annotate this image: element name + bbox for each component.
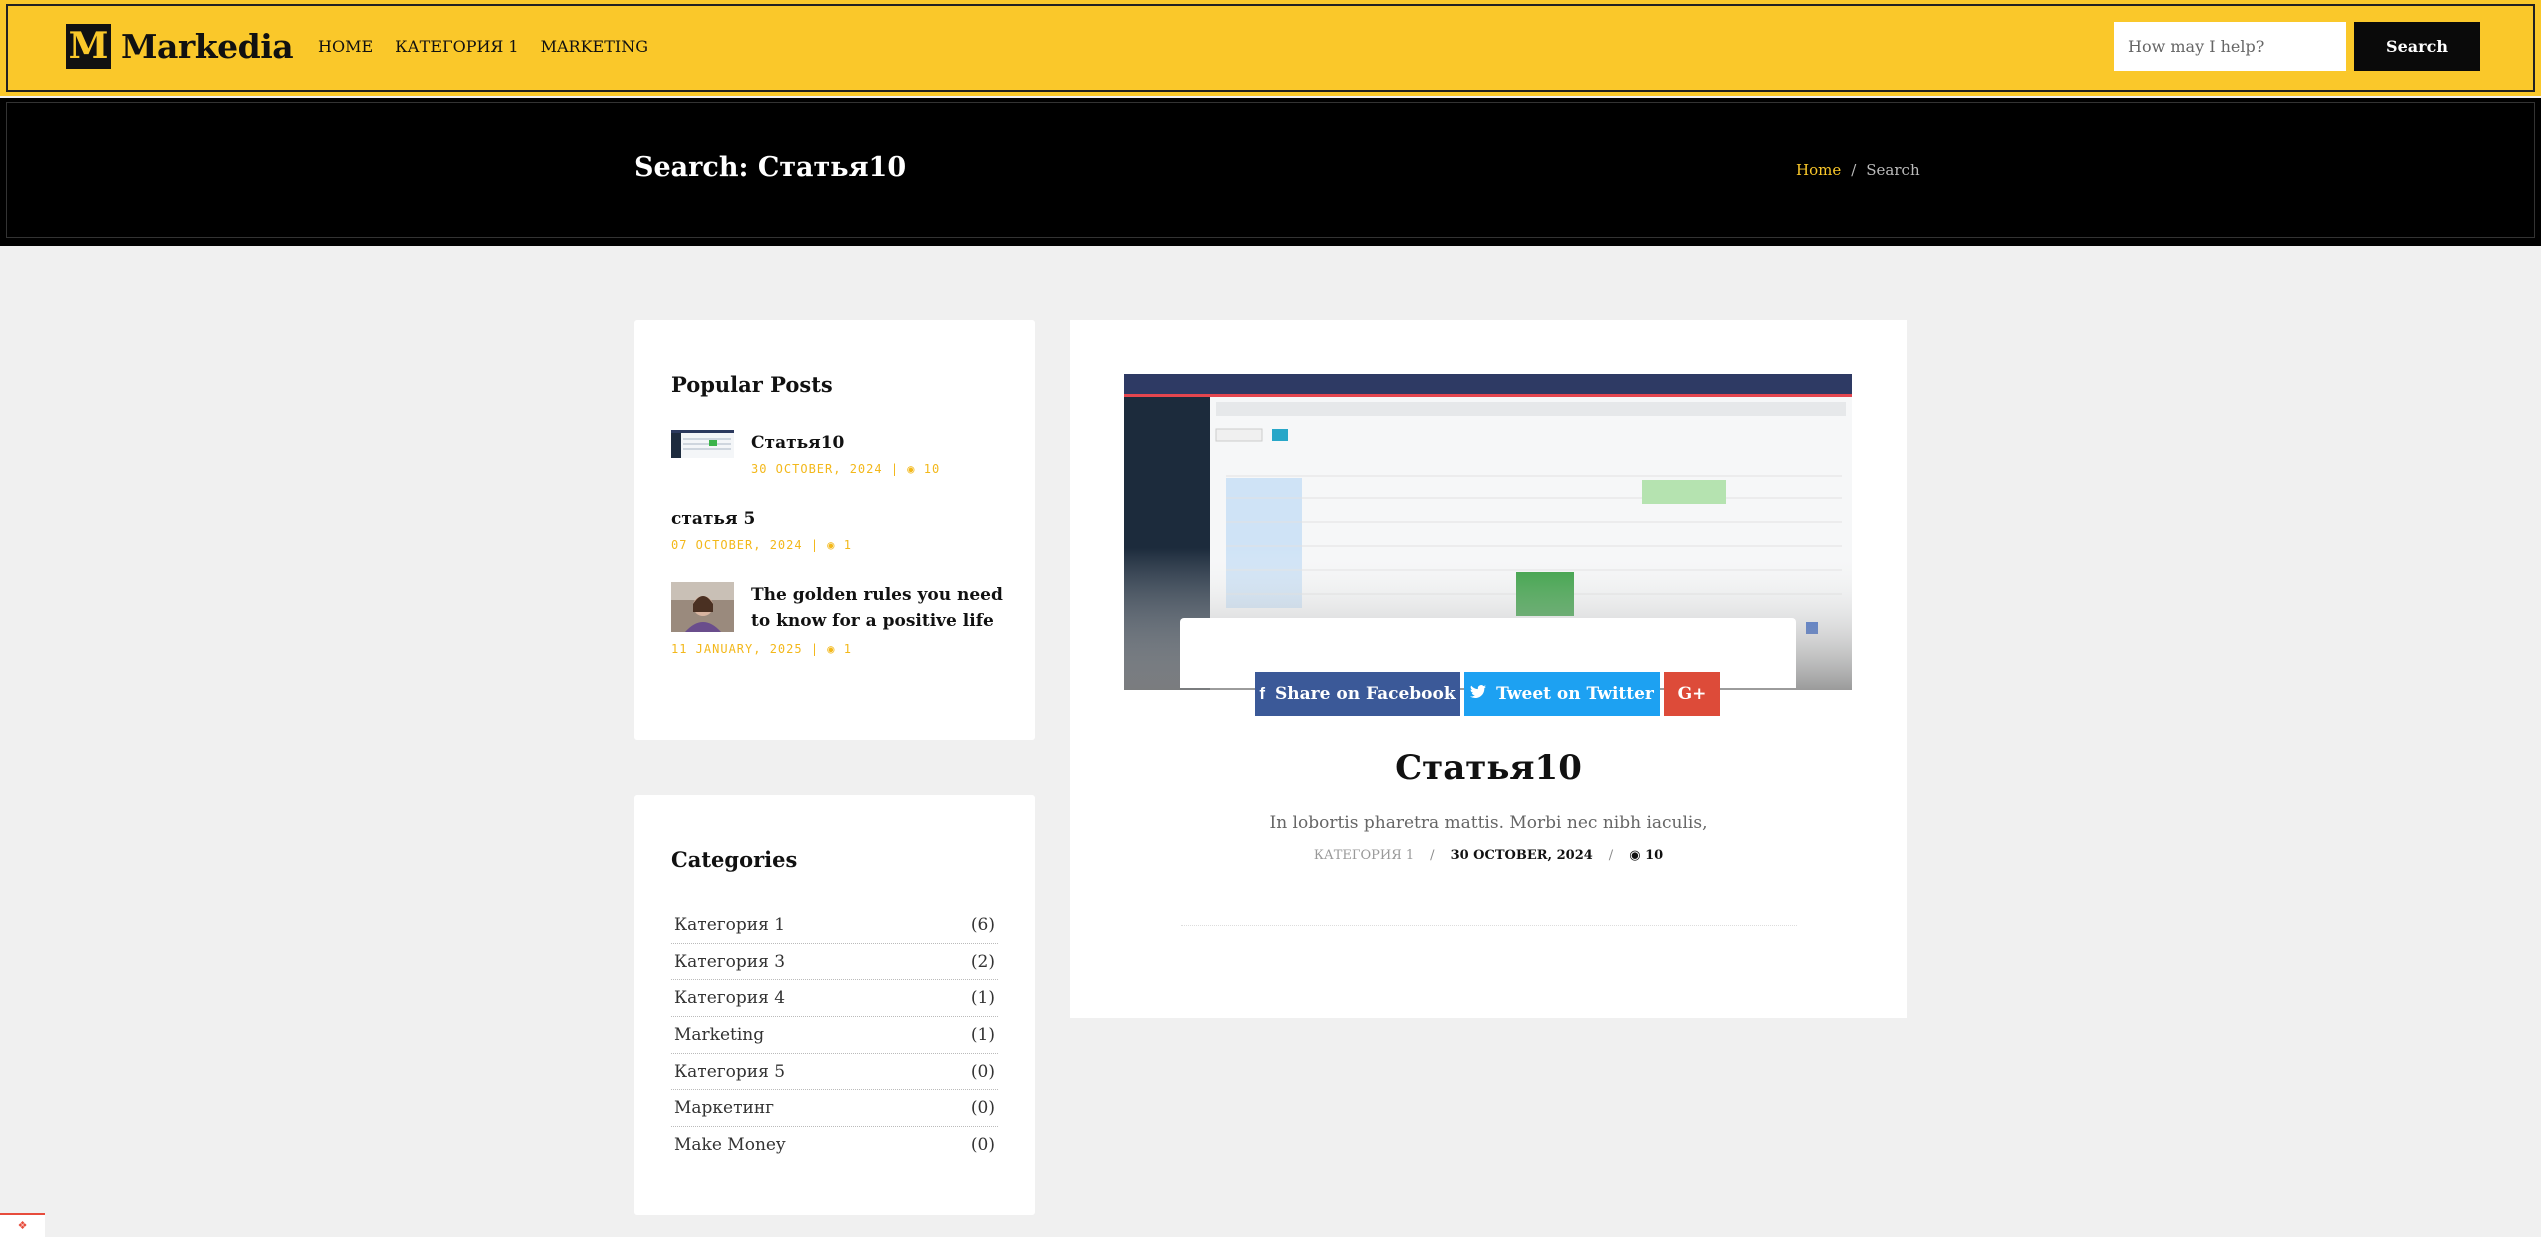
category-count: (1) (970, 988, 995, 1009)
corner-widget-icon[interactable]: ❖ (0, 1213, 45, 1237)
popular-post-meta: 11 JANUARY, 2025 | ◉ 1 (671, 642, 852, 656)
popular-post-meta: 07 OCTOBER, 2024 | ◉ 1 (671, 538, 852, 552)
page-title-band (0, 98, 2541, 246)
category-count: (2) (970, 951, 995, 972)
band-frame (6, 102, 2535, 238)
search-button[interactable]: Search (2354, 22, 2480, 71)
nav-home[interactable]: HOME (318, 37, 373, 56)
share-twitter-label: Tweet on Twitter (1496, 684, 1654, 704)
category-count: (6) (970, 914, 995, 935)
post-divider (1181, 925, 1797, 926)
share-facebook-label: Share on Facebook (1275, 684, 1456, 704)
popular-post-item[interactable]: статья 5 07 OCTOBER, 2024 | ◉ 1 (671, 506, 1011, 552)
post-meta: КАТЕГОРИЯ 1 / 30 OCTOBER, 2024 / ◉ 10 (1070, 848, 1907, 863)
site-logo[interactable]: M Markedia (66, 24, 294, 69)
category-item[interactable]: Маркетинг (0) (671, 1090, 998, 1128)
category-name[interactable]: Маркетинг (674, 1098, 774, 1118)
widget-title: Categories (671, 847, 798, 872)
eye-icon: ◉ (1629, 848, 1641, 863)
popular-posts-widget: Popular Posts Статья10 30 OCTOBER, 2024 … (634, 320, 1035, 740)
meta-separator: / (1430, 848, 1435, 863)
post-category[interactable]: КАТЕГОРИЯ 1 (1314, 848, 1414, 863)
category-name[interactable]: Категория 1 (674, 915, 785, 935)
page-title: Search: Статья10 (634, 152, 907, 183)
category-name[interactable]: Marketing (674, 1025, 764, 1045)
search-input[interactable] (2114, 22, 2346, 71)
popular-post-item[interactable]: Статья10 30 OCTOBER, 2024 | ◉ 10 (671, 430, 1011, 476)
share-googleplus-button[interactable]: G+ (1664, 672, 1720, 716)
breadcrumb-separator: / (1851, 161, 1857, 179)
post-date[interactable]: 30 OCTOBER, 2024 (1451, 848, 1593, 863)
popular-post-item[interactable]: The golden rules you need to know for a … (671, 582, 1011, 656)
category-count: (0) (970, 1098, 995, 1119)
category-name[interactable]: Make Money (674, 1135, 786, 1155)
breadcrumb-home[interactable]: Home (1796, 161, 1841, 179)
facebook-icon: f (1259, 684, 1266, 703)
post-thumbnail[interactable] (671, 582, 734, 632)
category-name[interactable]: Категория 4 (674, 988, 785, 1008)
category-name[interactable]: Категория 5 (674, 1062, 785, 1082)
post-excerpt: In lobortis pharetra mattis. Morbi nec n… (1269, 813, 1708, 833)
category-item[interactable]: Категория 1 (6) (671, 907, 998, 944)
nav-marketing[interactable]: MARKETING (541, 37, 648, 56)
post-views: ◉ 10 (1629, 848, 1663, 863)
logo-mark: M (66, 24, 111, 69)
widget-title: Popular Posts (671, 372, 833, 397)
category-list: Категория 1 (6) Категория 3 (2) Категория … (671, 907, 998, 1164)
category-item[interactable]: Категория 3 (2) (671, 944, 998, 981)
nav-category-1[interactable]: КАТЕГОРИЯ 1 (395, 37, 518, 56)
post-thumbnail[interactable] (671, 430, 734, 480)
main-nav: HOME КАТЕГОРИЯ 1 MARKETING (318, 37, 648, 56)
post-title[interactable]: Статья10 (1070, 748, 1907, 788)
share-facebook-button[interactable]: f Share on Facebook (1255, 672, 1460, 716)
site-header: M Markedia HOME КАТЕГОРИЯ 1 MARKETING Se… (0, 0, 2541, 96)
category-count: (0) (970, 1061, 995, 1082)
breadcrumb-current: Search (1866, 161, 1920, 179)
category-item[interactable]: Категория 5 (0) (671, 1054, 998, 1091)
share-twitter-button[interactable]: Tweet on Twitter (1464, 672, 1660, 716)
categories-widget: Categories Категория 1 (6) Категория 3 (2)… (634, 795, 1035, 1215)
category-item[interactable]: Категория 4 (1) (671, 980, 998, 1018)
twitter-icon (1470, 684, 1487, 704)
logo-text: Markedia (121, 27, 294, 66)
category-count: (0) (970, 1135, 995, 1156)
meta-separator: / (1608, 848, 1614, 863)
category-item[interactable]: Make Money (0) (671, 1127, 998, 1164)
post-card: f Share on Facebook Tweet on Twitter G+ … (1070, 320, 1907, 1018)
category-item[interactable]: Marketing (1) (671, 1017, 998, 1054)
popular-post-meta: 30 OCTOBER, 2024 | ◉ 10 (751, 462, 941, 476)
googleplus-icon: G+ (1677, 684, 1707, 704)
popular-post-title[interactable]: Статья10 (751, 430, 1011, 456)
popular-post-title[interactable]: статья 5 (671, 506, 1011, 532)
breadcrumb: Home / Search (1796, 161, 1920, 179)
category-name[interactable]: Категория 3 (674, 952, 785, 972)
post-views-count: 10 (1645, 848, 1664, 863)
category-count: (1) (970, 1024, 995, 1045)
popular-post-title[interactable]: The golden rules you need to know for a … (751, 582, 1011, 634)
